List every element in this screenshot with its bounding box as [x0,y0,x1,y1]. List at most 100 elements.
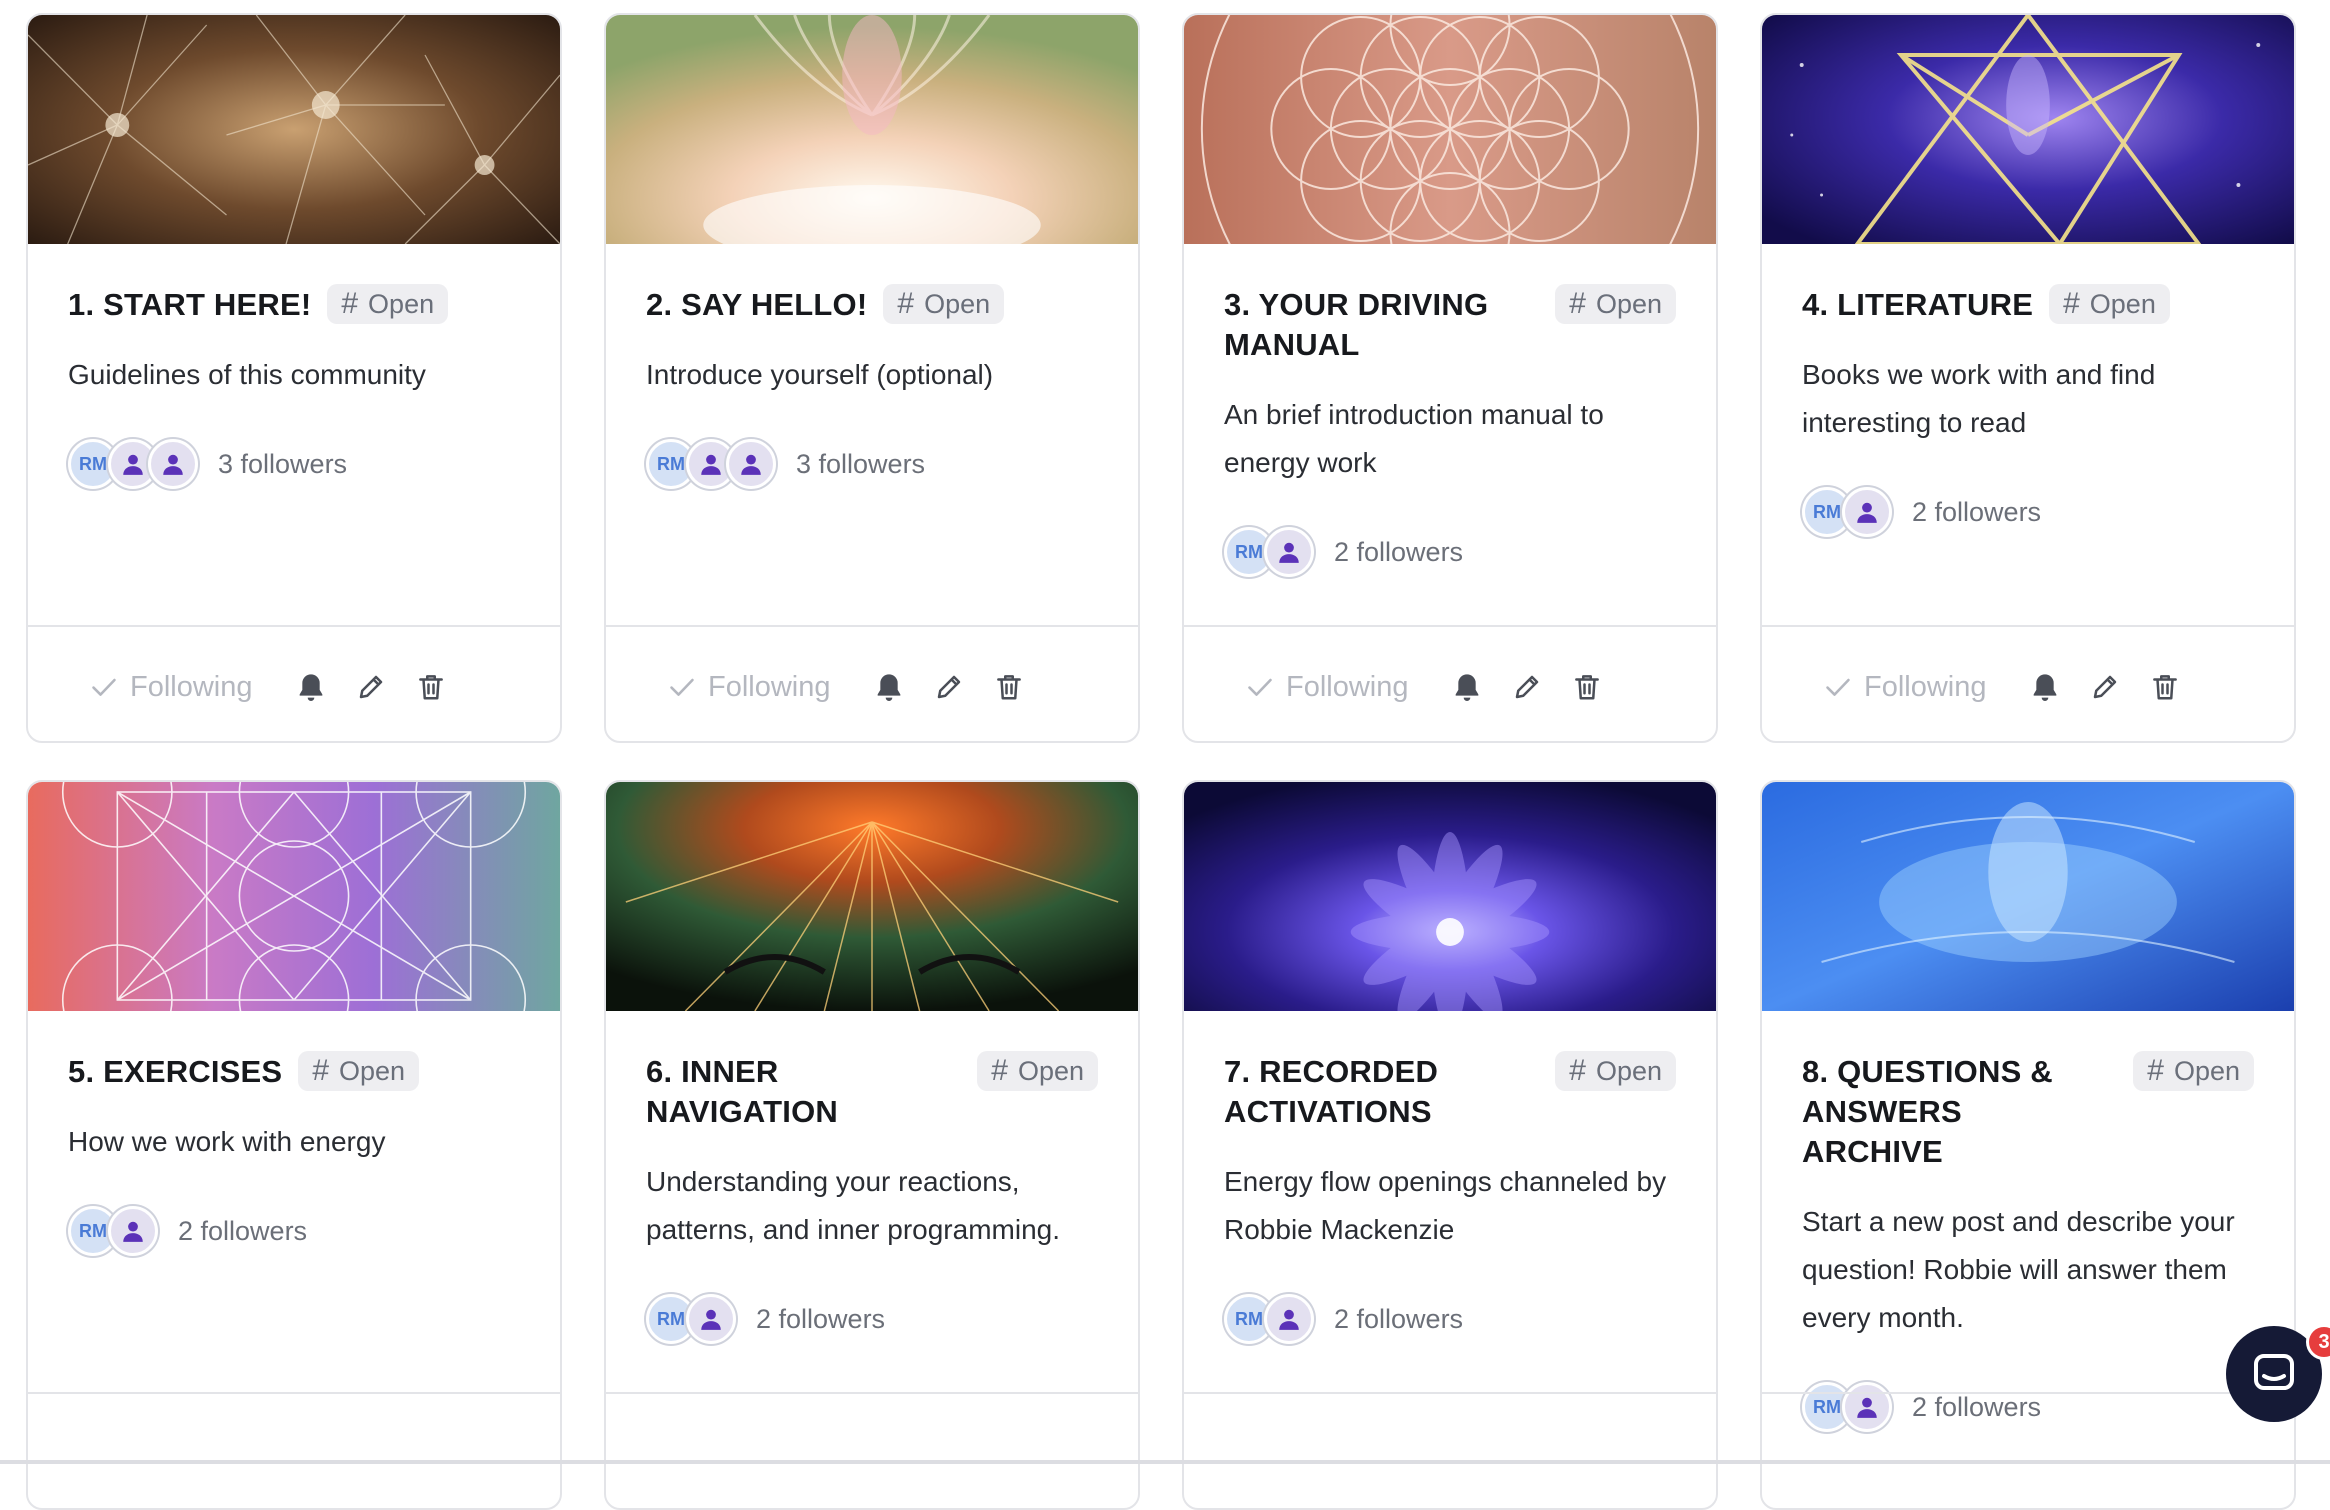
avatar [1264,1294,1314,1344]
followers-row[interactable]: RM 2 followers [1224,527,1676,577]
space-card[interactable]: 2. SAY HELLO! # Open Introduce yourself (… [604,13,1140,743]
cover-image-metatron-cube[interactable] [28,782,560,1011]
space-card[interactable]: 3. YOUR DRIVING MANUAL # Open An brief in… [1182,13,1718,743]
cover-image-lotus-fractal[interactable] [1184,782,1716,1011]
user-icon [741,454,761,475]
open-badge: # Open [977,1051,1098,1091]
followers-row[interactable]: RM 3 followers [646,439,1098,489]
cover-image-merkaba[interactable] [1762,15,2294,244]
open-badge: # Open [2133,1051,2254,1091]
following-button[interactable]: Following [1824,671,1987,704]
open-label: Open [368,288,435,319]
open-label: Open [1595,1055,1662,1086]
card-footer [1184,1392,1716,1508]
card-footer: Following [1184,625,1716,741]
open-badge: # Open [2049,284,2170,324]
space-card[interactable]: 5. EXERCISES # Open How we work with ener… [26,780,562,1510]
user-icon [1857,502,1877,523]
space-title[interactable]: 2. SAY HELLO! [646,285,867,325]
avatar [686,1294,736,1344]
edit-pencil-icon[interactable] [1507,667,1547,707]
delete-trash-icon[interactable] [2145,667,2185,707]
avatar [1842,487,1892,537]
cover-image-flower-of-life[interactable] [1184,15,1716,244]
open-badge: # Open [327,284,449,324]
card-footer [606,1392,1138,1508]
delete-trash-icon[interactable] [989,667,1029,707]
space-card[interactable]: 6. INNER NAVIGATION # Open Understanding … [604,780,1140,1510]
card-footer: Following [1762,625,2294,741]
space-description: Books we work with and find interesting … [1802,359,2156,438]
following-button[interactable]: Following [1246,671,1409,704]
open-label: Open [2173,1055,2240,1086]
followers-row[interactable]: RM 2 followers [68,1206,520,1256]
space-title[interactable]: 7. RECORDED ACTIVATIONS [1224,1052,1524,1132]
space-description: How we work with energy [68,1126,386,1157]
following-button[interactable]: Following [90,671,253,704]
following-label: Following [708,670,831,703]
user-icon [123,454,143,475]
check-icon [1826,678,1850,696]
followers-count: 3 followers [218,448,348,479]
space-title[interactable]: 3. YOUR DRIVING MANUAL [1224,285,1524,365]
followers-row[interactable]: RM 2 followers [646,1294,1098,1344]
chat-icon [2254,1354,2294,1390]
space-card[interactable]: 1. START HERE! # Open Guidelines of this … [26,13,562,743]
hash-icon: # [2147,1054,2164,1087]
open-badge: # Open [1555,284,1676,324]
followers-count: 2 followers [1334,536,1464,567]
check-icon [670,678,694,696]
space-description: Introduce yourself (optional) [646,359,994,390]
followers-row[interactable]: RM 3 followers [68,439,520,489]
followers-count: 3 followers [796,448,926,479]
delete-trash-icon[interactable] [1567,667,1607,707]
space-title[interactable]: 4. LITERATURE [1802,285,2033,325]
bottom-divider [0,1460,2330,1464]
avatar [1264,527,1314,577]
space-title[interactable]: 5. EXERCISES [68,1052,282,1092]
edit-pencil-icon[interactable] [351,667,391,707]
followers-count: 2 followers [178,1215,308,1246]
notification-bell-icon[interactable] [869,667,909,707]
space-card[interactable]: 4. LITERATURE # Open Books we work with a… [1760,13,2296,743]
cover-image-energy-head[interactable] [606,782,1138,1011]
followers-count: 2 followers [1334,1303,1464,1334]
notification-bell-icon[interactable] [1447,667,1487,707]
hash-icon: # [1569,287,1586,320]
cover-image-blue-meditation[interactable] [1762,782,2294,1011]
followers-row[interactable]: RM 2 followers [1224,1294,1676,1344]
open-badge: # Open [883,284,1005,324]
space-description: An brief introduction manual to energy w… [1224,399,1604,478]
delete-trash-icon[interactable] [411,667,451,707]
followers-count: 2 followers [756,1303,886,1334]
open-label: Open [1017,1055,1084,1086]
hash-icon: # [897,287,915,320]
following-label: Following [1864,670,1987,703]
hash-icon: # [341,287,359,320]
space-title[interactable]: 1. START HERE! [68,285,311,325]
edit-pencil-icon[interactable] [2085,667,2125,707]
following-label: Following [1286,670,1409,703]
following-button[interactable]: Following [668,671,831,704]
space-title[interactable]: 8. QUESTIONS & ANSWERS ARCHIVE [1802,1052,2102,1172]
card-footer: Following [606,625,1138,741]
user-icon [163,454,183,475]
card-footer [1762,1392,2294,1508]
open-label: Open [2089,288,2156,319]
notification-bell-icon[interactable] [291,667,331,707]
space-description: Start a new post and describe your quest… [1802,1206,2235,1333]
cover-image-dandelion[interactable] [28,15,560,244]
open-label: Open [924,288,991,319]
card-footer: Following [28,625,560,741]
space-card[interactable]: 8. QUESTIONS & ANSWERS ARCHIVE # Open Sta… [1760,780,2296,1510]
space-card[interactable]: 7. RECORDED ACTIVATIONS # Open Energy flo… [1182,780,1718,1510]
hash-icon: # [991,1054,1008,1087]
check-icon [1248,678,1272,696]
followers-count: 2 followers [1912,496,2042,527]
cover-image-angel-light[interactable] [606,15,1138,244]
edit-pencil-icon[interactable] [929,667,969,707]
notification-bell-icon[interactable] [2025,667,2065,707]
avatar [148,439,198,489]
followers-row[interactable]: RM 2 followers [1802,487,2254,537]
space-title[interactable]: 6. INNER NAVIGATION [646,1052,946,1132]
